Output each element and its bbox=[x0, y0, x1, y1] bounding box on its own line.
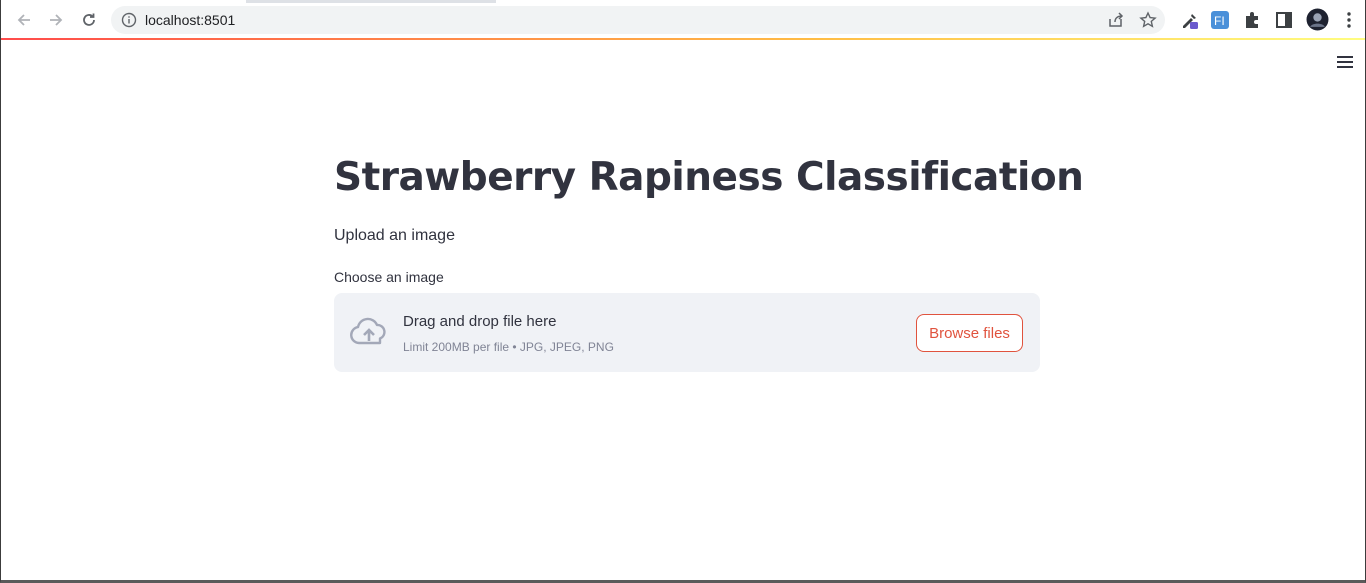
tab-strip-edge bbox=[246, 0, 496, 3]
puzzle-icon[interactable] bbox=[1242, 10, 1262, 30]
translate-extension-icon[interactable]: FI bbox=[1210, 10, 1230, 30]
page-title: Strawberry Rapiness Classification bbox=[334, 155, 1084, 200]
browser-toolbar: localhost:8501 FI bbox=[1, 0, 1365, 39]
dropzone-instructions: Drag and drop file here bbox=[403, 313, 557, 330]
browser-window: localhost:8501 FI Strawberry Rapiness Cl… bbox=[0, 0, 1366, 583]
url-text[interactable]: localhost:8501 bbox=[145, 12, 235, 28]
info-icon[interactable] bbox=[121, 12, 137, 28]
reload-icon[interactable] bbox=[77, 8, 101, 32]
back-arrow-icon[interactable] bbox=[12, 8, 36, 32]
address-bar[interactable]: localhost:8501 bbox=[111, 6, 1165, 34]
side-panel-icon[interactable] bbox=[1274, 10, 1294, 30]
forward-arrow-icon[interactable] bbox=[44, 8, 68, 32]
hamburger-menu-icon[interactable] bbox=[1337, 56, 1353, 70]
page-subtitle: Upload an image bbox=[334, 227, 455, 244]
browse-files-button[interactable]: Browse files bbox=[916, 314, 1023, 352]
streamlit-decoration-bar bbox=[1, 38, 1365, 40]
star-icon[interactable] bbox=[1139, 11, 1157, 29]
svg-text:FI: FI bbox=[1214, 14, 1225, 28]
profile-avatar[interactable] bbox=[1306, 8, 1329, 31]
file-dropzone[interactable]: Drag and drop file here Limit 200MB per … bbox=[334, 293, 1040, 372]
cloud-upload-icon bbox=[350, 317, 386, 345]
dropzone-limit-text: Limit 200MB per file • JPG, JPEG, PNG bbox=[403, 340, 614, 354]
kebab-menu-icon[interactable] bbox=[1339, 10, 1359, 30]
uploader-label: Choose an image bbox=[334, 269, 444, 285]
share-icon[interactable] bbox=[1107, 11, 1125, 29]
eyedropper-extension-icon[interactable] bbox=[1180, 10, 1200, 30]
